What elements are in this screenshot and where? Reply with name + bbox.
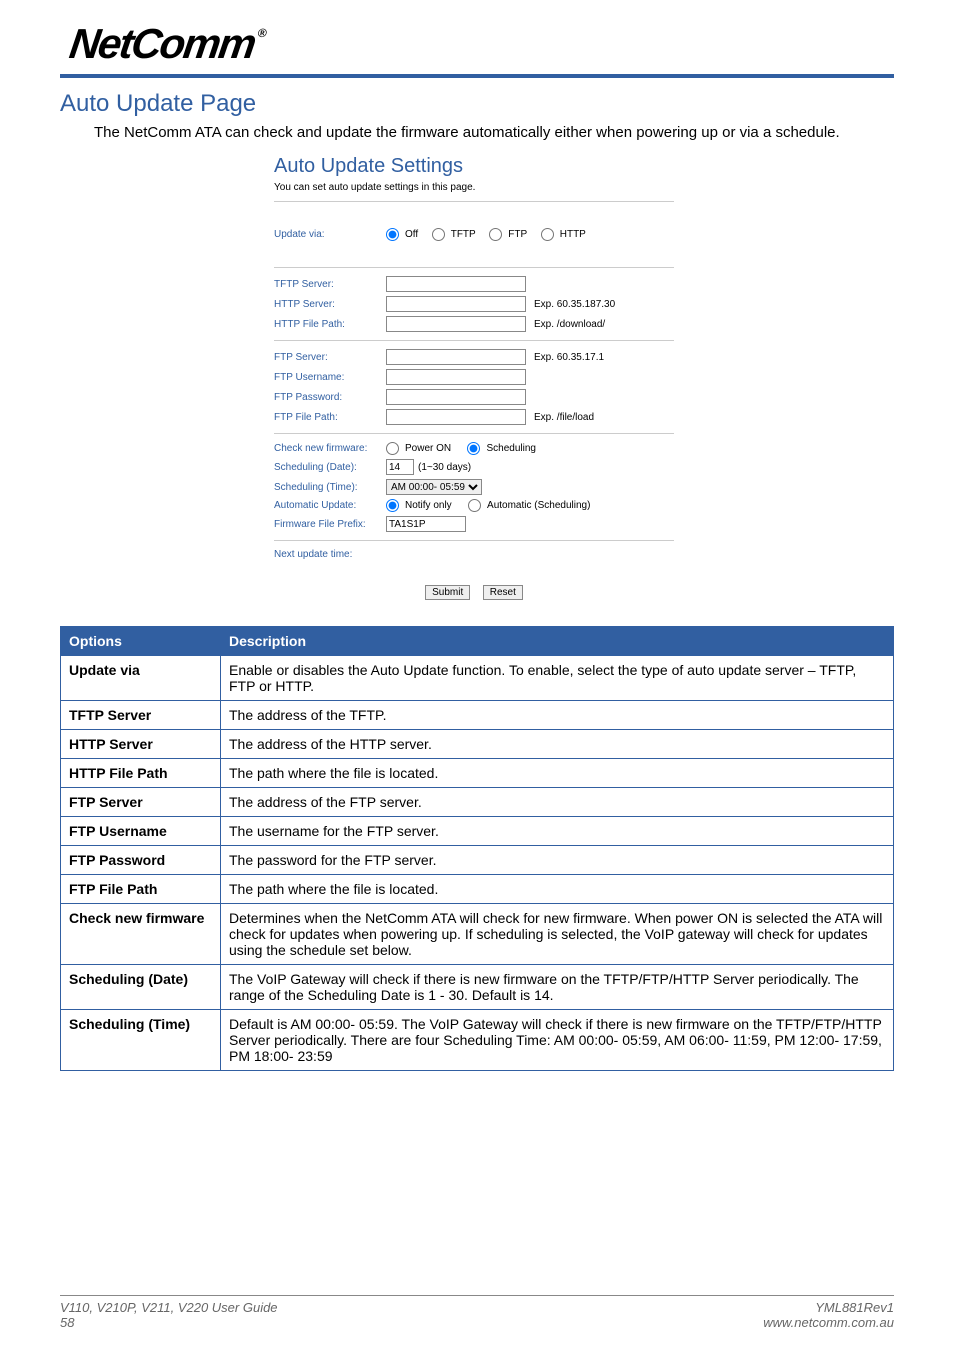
check-fw-sched-text: Scheduling bbox=[486, 443, 535, 454]
submit-button[interactable]: Submit bbox=[425, 585, 470, 600]
description-cell: The path where the file is located. bbox=[221, 875, 894, 904]
ftp-path-input[interactable] bbox=[386, 409, 526, 425]
description-cell: The address of the HTTP server. bbox=[221, 730, 894, 759]
option-cell: FTP Username bbox=[61, 817, 221, 846]
http-server-hint: Exp. 60.35.187.30 bbox=[534, 299, 615, 310]
tftp-server-label: TFTP Server: bbox=[274, 279, 386, 290]
auto-update-label: Automatic Update: bbox=[274, 500, 386, 511]
update-via-tftp-text: TFTP bbox=[451, 229, 476, 240]
auto-update-notify-radio[interactable] bbox=[386, 499, 399, 512]
next-update-label: Next update time: bbox=[274, 549, 386, 560]
description-cell: Determines when the NetComm ATA will che… bbox=[221, 904, 894, 965]
ftp-pass-label: FTP Password: bbox=[274, 392, 386, 403]
auto-update-notify-text: Notify only bbox=[405, 500, 452, 511]
check-fw-label: Check new firmware: bbox=[274, 443, 386, 454]
description-cell: The password for the FTP server. bbox=[221, 846, 894, 875]
option-cell: Scheduling (Time) bbox=[61, 1010, 221, 1071]
netcomm-logo: NetComm® bbox=[60, 20, 894, 68]
ftp-path-label: FTP File Path: bbox=[274, 412, 386, 423]
table-row: HTTP File PathThe path where the file is… bbox=[61, 759, 894, 788]
divider bbox=[274, 433, 674, 434]
footer-url: www.netcomm.com.au bbox=[763, 1315, 894, 1330]
intro-text: The NetComm ATA can check and update the… bbox=[94, 124, 894, 141]
option-cell: FTP Server bbox=[61, 788, 221, 817]
section-title: Auto Update Page bbox=[60, 90, 894, 118]
table-row: Check new firmwareDetermines when the Ne… bbox=[61, 904, 894, 965]
sched-time-label: Scheduling (Time): bbox=[274, 482, 386, 493]
update-via-tftp-radio[interactable] bbox=[432, 228, 445, 241]
option-cell: FTP File Path bbox=[61, 875, 221, 904]
option-cell: FTP Password bbox=[61, 846, 221, 875]
ftp-user-input[interactable] bbox=[386, 369, 526, 385]
description-cell: The address of the TFTP. bbox=[221, 701, 894, 730]
options-table-head-desc: Description bbox=[221, 627, 894, 656]
options-table-head-options: Options bbox=[61, 627, 221, 656]
table-row: Scheduling (Date)The VoIP Gateway will c… bbox=[61, 965, 894, 1010]
ftp-server-label: FTP Server: bbox=[274, 352, 386, 363]
options-table: Options Description Update viaEnable or … bbox=[60, 626, 894, 1071]
table-row: FTP ServerThe address of the FTP server. bbox=[61, 788, 894, 817]
option-cell: TFTP Server bbox=[61, 701, 221, 730]
reset-button[interactable]: Reset bbox=[483, 585, 523, 600]
table-row: TFTP ServerThe address of the TFTP. bbox=[61, 701, 894, 730]
table-row: FTP File PathThe path where the file is … bbox=[61, 875, 894, 904]
description-cell: The username for the FTP server. bbox=[221, 817, 894, 846]
http-server-label: HTTP Server: bbox=[274, 299, 386, 310]
update-via-http-text: HTTP bbox=[560, 229, 586, 240]
sched-date-input[interactable] bbox=[386, 459, 414, 475]
http-path-label: HTTP File Path: bbox=[274, 319, 386, 330]
divider bbox=[274, 267, 674, 268]
divider bbox=[274, 201, 674, 202]
ftp-server-input[interactable] bbox=[386, 349, 526, 365]
table-row: FTP PasswordThe password for the FTP ser… bbox=[61, 846, 894, 875]
page-footer: V110, V210P, V211, V220 User Guide 58 YM… bbox=[60, 1295, 894, 1330]
update-via-http-radio[interactable] bbox=[541, 228, 554, 241]
check-fw-power-text: Power ON bbox=[405, 443, 451, 454]
tftp-server-input[interactable] bbox=[386, 276, 526, 292]
footer-guide: V110, V210P, V211, V220 User Guide bbox=[60, 1300, 278, 1315]
update-via-ftp-text: FTP bbox=[508, 229, 527, 240]
option-cell: Update via bbox=[61, 656, 221, 701]
http-path-input[interactable] bbox=[386, 316, 526, 332]
ftp-server-hint: Exp. 60.35.17.1 bbox=[534, 352, 604, 363]
description-cell: The VoIP Gateway will check if there is … bbox=[221, 965, 894, 1010]
table-row: FTP UsernameThe username for the FTP ser… bbox=[61, 817, 894, 846]
sched-date-hint: (1~30 days) bbox=[418, 462, 471, 473]
header-rule bbox=[60, 74, 894, 78]
ftp-pass-input[interactable] bbox=[386, 389, 526, 405]
footer-page: 58 bbox=[60, 1315, 278, 1330]
panel-title: Auto Update Settings bbox=[274, 155, 674, 178]
http-path-hint: Exp. /download/ bbox=[534, 319, 605, 330]
fw-prefix-label: Firmware File Prefix: bbox=[274, 519, 386, 530]
description-cell: The path where the file is located. bbox=[221, 759, 894, 788]
panel-subtitle: You can set auto update settings in this… bbox=[274, 182, 674, 193]
description-cell: Default is AM 00:00- 05:59. The VoIP Gat… bbox=[221, 1010, 894, 1071]
option-cell: Scheduling (Date) bbox=[61, 965, 221, 1010]
check-fw-sched-radio[interactable] bbox=[467, 442, 480, 455]
option-cell: HTTP Server bbox=[61, 730, 221, 759]
ftp-path-hint: Exp. /file/load bbox=[534, 412, 594, 423]
option-cell: Check new firmware bbox=[61, 904, 221, 965]
http-server-input[interactable] bbox=[386, 296, 526, 312]
description-cell: The address of the FTP server. bbox=[221, 788, 894, 817]
table-row: HTTP ServerThe address of the HTTP serve… bbox=[61, 730, 894, 759]
check-fw-power-radio[interactable] bbox=[386, 442, 399, 455]
footer-rev: YML881Rev1 bbox=[763, 1300, 894, 1315]
auto-update-auto-radio[interactable] bbox=[468, 499, 481, 512]
update-via-ftp-radio[interactable] bbox=[489, 228, 502, 241]
update-via-off-text: Off bbox=[405, 229, 418, 240]
sched-time-select[interactable]: AM 00:00- 05:59 bbox=[386, 479, 482, 495]
table-row: Update viaEnable or disables the Auto Up… bbox=[61, 656, 894, 701]
auto-update-auto-text: Automatic (Scheduling) bbox=[487, 500, 590, 511]
description-cell: Enable or disables the Auto Update funct… bbox=[221, 656, 894, 701]
sched-date-label: Scheduling (Date): bbox=[274, 462, 386, 473]
update-via-off-radio[interactable] bbox=[386, 228, 399, 241]
option-cell: HTTP File Path bbox=[61, 759, 221, 788]
fw-prefix-input[interactable] bbox=[386, 516, 466, 532]
update-via-label: Update via: bbox=[274, 229, 386, 240]
ftp-user-label: FTP Username: bbox=[274, 372, 386, 383]
table-row: Scheduling (Time)Default is AM 00:00- 05… bbox=[61, 1010, 894, 1071]
divider bbox=[274, 340, 674, 341]
divider bbox=[274, 540, 674, 541]
